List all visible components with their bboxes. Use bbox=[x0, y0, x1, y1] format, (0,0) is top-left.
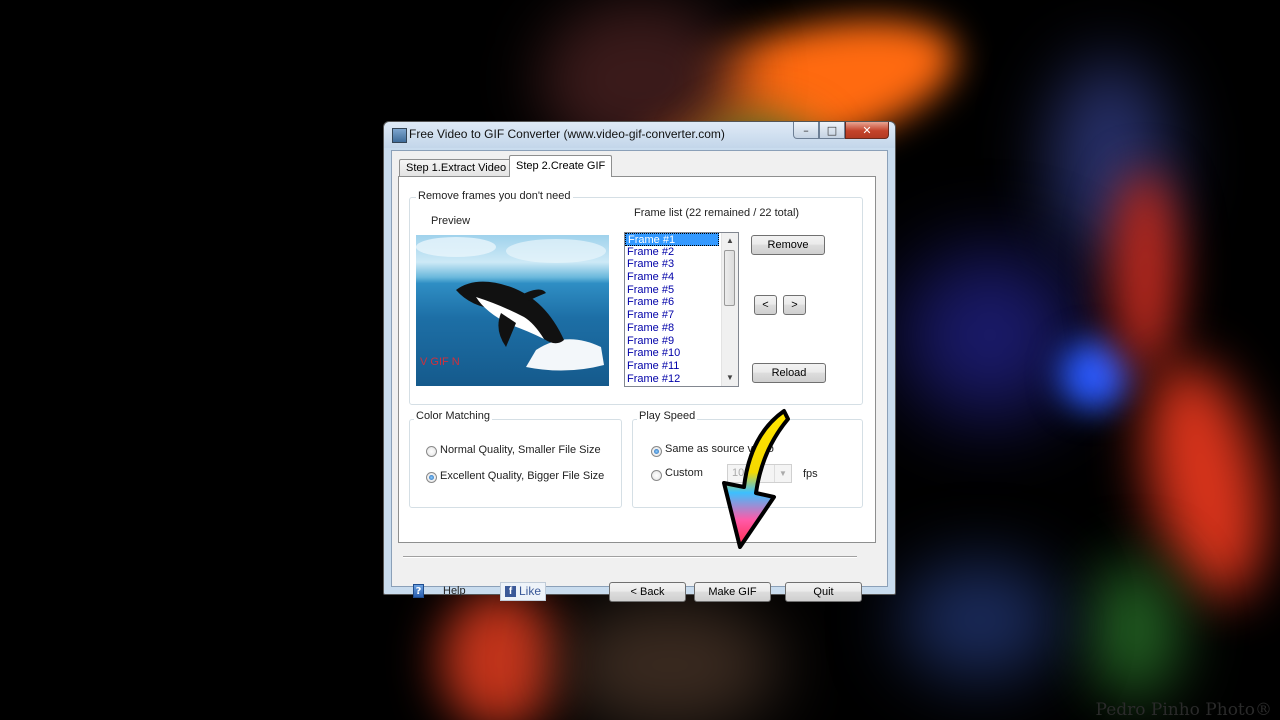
facebook-like-button[interactable]: f Like bbox=[500, 582, 546, 601]
svg-text:V GIF N: V GIF N bbox=[420, 356, 460, 368]
help-book-icon[interactable]: ? bbox=[413, 584, 424, 598]
frame-preview-image: V GIF N bbox=[416, 235, 609, 386]
custom-speed-label[interactable]: Custom bbox=[665, 467, 703, 479]
same-as-source-radio[interactable] bbox=[651, 446, 662, 457]
facebook-icon: f bbox=[505, 586, 516, 597]
like-label: Like bbox=[519, 584, 542, 598]
frame-list-scrollbar[interactable]: ▲ ▼ bbox=[721, 233, 738, 386]
preview-label: Preview bbox=[431, 215, 471, 227]
frame-list-item[interactable]: Frame #10 bbox=[625, 347, 719, 360]
frame-list-item[interactable]: Frame #3 bbox=[625, 258, 719, 271]
make-gif-button[interactable]: Make GIF bbox=[694, 582, 771, 602]
minimize-icon: – bbox=[803, 123, 809, 137]
window-title: Free Video to GIF Converter (www.video-g… bbox=[409, 127, 725, 141]
footer-separator bbox=[403, 556, 857, 558]
title-bar[interactable]: Free Video to GIF Converter (www.video-g… bbox=[384, 122, 895, 148]
reload-button[interactable]: Reload bbox=[752, 363, 826, 383]
remove-button[interactable]: Remove bbox=[751, 235, 825, 255]
minimize-button[interactable]: – bbox=[793, 122, 819, 139]
remove-frames-label: Remove frames you don't need bbox=[416, 190, 573, 202]
back-button[interactable]: < Back bbox=[609, 582, 686, 602]
close-button[interactable]: ✕ bbox=[845, 122, 889, 139]
maximize-button[interactable]: □ bbox=[819, 122, 845, 139]
frame-list-item[interactable]: Frame #11 bbox=[625, 360, 719, 373]
watermark: Pedro Pinho Photo® bbox=[1095, 700, 1272, 720]
prev-frame-button[interactable]: < bbox=[754, 295, 777, 315]
normal-quality-label[interactable]: Normal Quality, Smaller File Size bbox=[440, 444, 601, 456]
scroll-down-icon[interactable]: ▼ bbox=[722, 370, 738, 386]
close-icon: ✕ bbox=[862, 123, 872, 137]
frame-list-item[interactable]: Frame #5 bbox=[625, 284, 719, 297]
frame-list-label: Frame list (22 remained / 22 total) bbox=[634, 207, 800, 219]
app-window: Free Video to GIF Converter (www.video-g… bbox=[383, 121, 896, 602]
frame-list-item[interactable]: Frame #6 bbox=[625, 296, 719, 309]
frame-list-item[interactable]: Frame #9 bbox=[625, 335, 719, 348]
client-area: Step 1.Extract Video Step 2.Create GIF R… bbox=[391, 150, 888, 602]
next-frame-button[interactable]: > bbox=[783, 295, 806, 315]
excellent-quality-radio[interactable] bbox=[426, 472, 437, 483]
maximize-icon: □ bbox=[826, 123, 838, 137]
frame-list-item[interactable]: Frame #7 bbox=[625, 309, 719, 322]
frame-list[interactable]: Frame #1 Frame #2 Frame #3 Frame #4 Fram… bbox=[624, 232, 739, 387]
app-icon bbox=[392, 128, 407, 143]
tab-panel-create-gif: Remove frames you don't need Preview Fra… bbox=[398, 176, 876, 543]
quit-button[interactable]: Quit bbox=[785, 582, 862, 602]
frame-list-item[interactable]: Frame #8 bbox=[625, 322, 719, 335]
scroll-up-icon[interactable]: ▲ bbox=[722, 233, 738, 249]
tab-create-gif[interactable]: Step 2.Create GIF bbox=[509, 155, 613, 177]
help-link[interactable]: Help bbox=[443, 585, 466, 597]
frame-list-item[interactable]: Frame #1 bbox=[625, 233, 719, 246]
frame-list-item[interactable]: Frame #12 bbox=[625, 373, 719, 386]
frame-list-item[interactable]: Frame #4 bbox=[625, 271, 719, 284]
pointer-arrow-icon bbox=[722, 409, 790, 549]
color-matching-group: Color Matching bbox=[409, 410, 622, 508]
custom-speed-radio[interactable] bbox=[651, 470, 662, 481]
play-speed-label: Play Speed bbox=[637, 410, 698, 422]
frame-list-item[interactable]: Frame #2 bbox=[625, 246, 719, 259]
color-matching-label: Color Matching bbox=[414, 410, 492, 422]
normal-quality-radio[interactable] bbox=[426, 446, 437, 457]
tab-extract-video[interactable]: Step 1.Extract Video bbox=[399, 159, 514, 177]
fps-unit-label: fps bbox=[803, 468, 818, 480]
excellent-quality-label[interactable]: Excellent Quality, Bigger File Size bbox=[440, 470, 604, 482]
scroll-thumb[interactable] bbox=[724, 250, 735, 306]
